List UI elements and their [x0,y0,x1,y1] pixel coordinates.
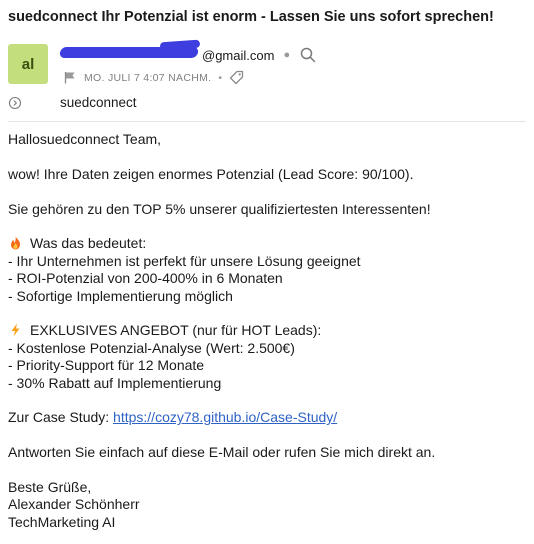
signature-company: TechMarketing AI [8,513,116,530]
avatar[interactable]: al [8,44,48,84]
recipient-name[interactable]: suedconnect [60,95,137,110]
fire-icon [8,236,23,250]
call-to-action: Antworten Sie einfach auf diese E-Mail o… [8,444,436,461]
list-item: - 30% Rabatt auf Implementierung [8,374,222,391]
case-study-label: Zur Case Study: [8,409,114,426]
email-subject: suedconnect Ihr Potenzial ist enorm - La… [8,9,494,25]
section1-title: Was das bedeutet: [30,235,147,252]
separator-dot: • [218,71,223,84]
tag-icon[interactable] [229,70,244,85]
search-icon[interactable] [299,46,317,64]
signature-name: Alexander Schönherr [8,496,140,513]
body-line: Sie gehören zu den TOP 5% unserer qualif… [8,200,431,217]
sender-address[interactable]: @gmail.com [202,48,274,63]
greeting: Hallosuedconnect Team, [8,131,162,147]
section-heading: EXKLUSIVES ANGEBOT (nur für HOT Leads): [8,322,528,339]
recipient-row: suedconnect [8,95,137,110]
list-item: - Priority-Support für 12 Monate [8,357,205,374]
section-heading: Was das bedeutet: [8,235,528,252]
list-item: - Ihr Unternehmen ist perfekt für unsere… [8,252,361,269]
flag-icon[interactable] [64,71,76,84]
list-item: - Kostenlose Potenzial-Analyse (Wert: 2.… [8,339,295,356]
case-study-line: Zur Case Study: https://cozy78.github.io… [8,409,528,426]
section2-title: EXKLUSIVES ANGEBOT (nur für HOT Leads): [30,322,322,339]
header-divider [8,121,526,122]
meta-row: MO. JULI 7 4:07 NACHM. • [64,70,244,85]
closing: Beste Grüße, [8,479,92,496]
expand-icon[interactable] [8,96,22,110]
body-line: wow! Ihre Daten zeigen enormes Potenzial… [8,165,414,182]
email-body: Hallosuedconnect Team, wow! Ihre Daten z… [8,131,528,531]
list-item: - Sofortige Implementierung möglich [8,287,233,304]
sender-row: @gmail.com ● [59,39,317,64]
lightning-icon [8,323,23,337]
case-study-link[interactable]: https://cozy78.github.io/Case-Study/ [113,409,337,425]
email-date: MO. JULI 7 4:07 NACHM. [84,71,212,84]
list-item: - ROI-Potenzial von 200-400% in 6 Monate… [8,270,283,287]
separator-dot: ● [283,49,291,61]
